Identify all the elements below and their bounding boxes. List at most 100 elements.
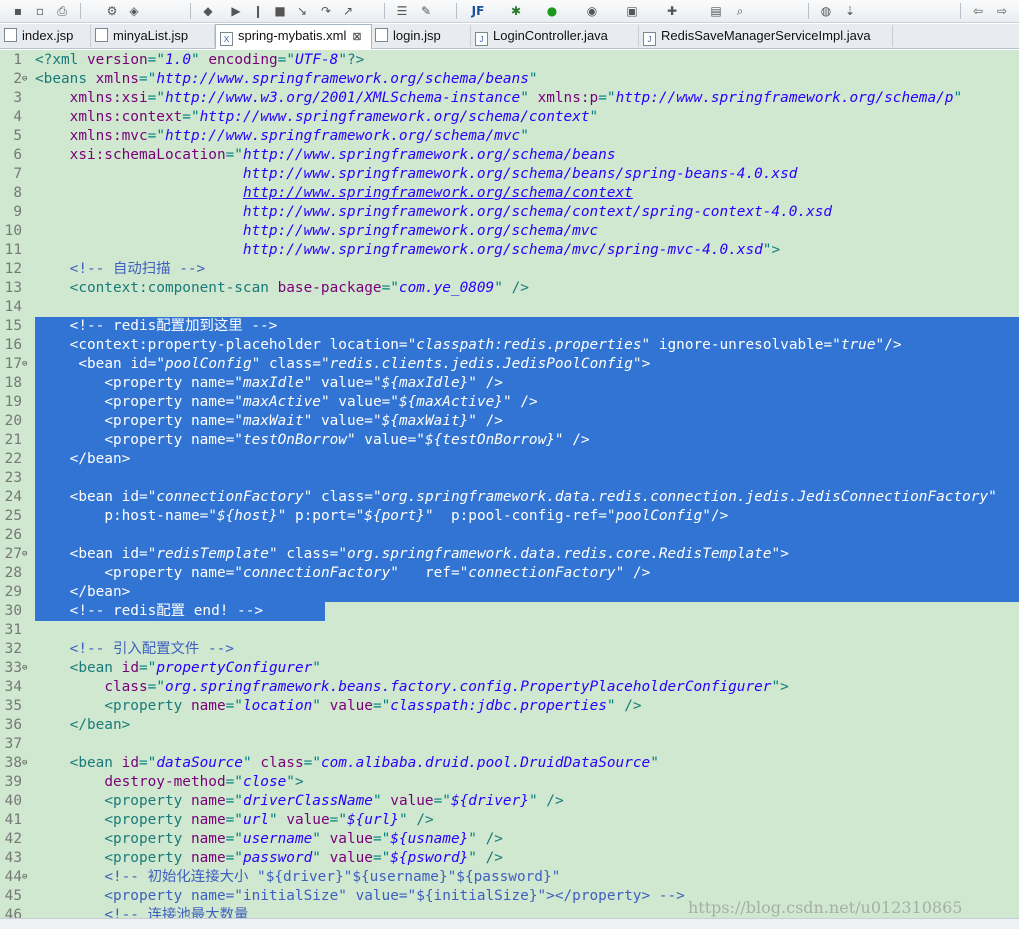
line-number: 4 <box>13 109 22 125</box>
code-line[interactable]: 3 xmlns:xsi="http://www.w3.org/2001/XMLS… <box>0 89 1019 108</box>
code-line[interactable]: 8 http://www.springframework.org/schema/… <box>0 184 1019 203</box>
new-wizard-icon[interactable]: ✚ <box>664 3 680 19</box>
jf-icon[interactable]: JF <box>468 3 488 19</box>
code-line[interactable]: 35 <property name="location" value="clas… <box>0 697 1019 716</box>
code-line[interactable]: 23 <box>0 469 1019 488</box>
print-icon[interactable]: ⎙ <box>54 3 70 19</box>
open-resource-icon[interactable]: ◈ <box>126 3 142 19</box>
line-number: 12 <box>4 261 22 277</box>
step-into-icon[interactable]: ↘ <box>294 3 310 19</box>
forward-icon[interactable]: ⇨ <box>994 3 1010 19</box>
code-line[interactable]: 11 http://www.springframework.org/schema… <box>0 241 1019 260</box>
back-icon[interactable]: ⇦ <box>970 3 986 19</box>
jsp-file-icon <box>375 28 388 42</box>
terminate-icon[interactable]: ■ <box>272 3 288 19</box>
code-line[interactable]: 12 <!-- 自动扫描 --> <box>0 260 1019 279</box>
next-annotation-icon[interactable]: ⇣ <box>842 3 858 19</box>
code-line[interactable]: 10 http://www.springframework.org/schema… <box>0 222 1019 241</box>
line-number: 30 <box>4 603 22 619</box>
code-line[interactable]: 42 <property name="username" value="${us… <box>0 830 1019 849</box>
tab-logincontroller-java[interactable]: J LoginController.java <box>471 25 639 47</box>
suspend-icon[interactable]: ❙ <box>250 3 266 19</box>
code-line[interactable]: 20 <property name="maxWait" value="${max… <box>0 412 1019 431</box>
resume-icon[interactable]: ▶ <box>228 3 244 19</box>
line-number: 2 <box>13 71 22 87</box>
code-line[interactable]: 28 <property name="connectionFactory" re… <box>0 564 1019 583</box>
code-line[interactable]: 43 <property name="password" value="${ps… <box>0 849 1019 868</box>
code-line[interactable]: 15 <!-- redis配置加到这里 --> <box>0 317 1019 336</box>
code-line[interactable]: 32 <!-- 引入配置文件 --> <box>0 640 1019 659</box>
code-line[interactable]: 37 <box>0 735 1019 754</box>
fold-toggle-icon[interactable]: ⊖ <box>22 355 27 374</box>
fold-toggle-icon[interactable]: ⊖ <box>22 868 27 887</box>
code-line[interactable]: 4 xmlns:context="http://www.springframew… <box>0 108 1019 127</box>
code-line[interactable]: 19 <property name="maxActive" value="${m… <box>0 393 1019 412</box>
code-line[interactable]: 27 ⊖ <bean id="redisTemplate" class="org.… <box>0 545 1019 564</box>
code-line[interactable]: 24 <bean id="connectionFactory" class="o… <box>0 488 1019 507</box>
fold-toggle-icon[interactable]: ⊖ <box>22 659 27 678</box>
code-line[interactable]: 2 ⊖ <beans xmlns="http://www.springframewo… <box>0 70 1019 89</box>
code-line[interactable]: 34 class="org.springframework.beans.fact… <box>0 678 1019 697</box>
run-icon[interactable]: ● <box>544 3 560 19</box>
code-text: <property name="location" value="classpa… <box>104 698 642 714</box>
save-all-icon[interactable]: ▫ <box>32 3 48 19</box>
tab-label: login.jsp <box>393 28 441 43</box>
code-line[interactable]: 14 <box>0 298 1019 317</box>
code-line[interactable]: 1 <?xml version="1.0" encoding="UTF-8"?> <box>0 51 1019 70</box>
jsp-file-icon <box>95 28 108 42</box>
code-line[interactable]: 9 http://www.springframework.org/schema/… <box>0 203 1019 222</box>
code-line[interactable]: 30 <!-- redis配置 end! --> <box>0 602 1019 621</box>
step-return-icon[interactable]: ↗ <box>340 3 356 19</box>
code-line[interactable]: 33 ⊖ <bean id="propertyConfigurer" <box>0 659 1019 678</box>
code-text: <property name="maxWait" value="${maxWai… <box>104 413 503 429</box>
tab-label: index.jsp <box>22 28 74 43</box>
horizontal-scrollbar[interactable] <box>0 918 1019 929</box>
line-number: 15 <box>4 318 22 334</box>
outline-icon[interactable]: ☰ <box>394 3 410 19</box>
code-line[interactable]: 38 ⊖ <bean id="dataSource" class="com.ali… <box>0 754 1019 773</box>
code-line[interactable]: 6 xsi:schemaLocation="http://www.springf… <box>0 146 1019 165</box>
code-line[interactable]: 40 <property name="driverClassName" valu… <box>0 792 1019 811</box>
code-line[interactable]: 36 </bean> <box>0 716 1019 735</box>
code-line[interactable]: 22 </bean> <box>0 450 1019 469</box>
fold-toggle-icon[interactable]: ⊖ <box>22 545 27 564</box>
search-icon[interactable]: ⌕ <box>732 3 748 19</box>
jsp-file-icon <box>4 28 17 42</box>
tab-redissavemanagerserviceimpl-java[interactable]: J RedisSaveManagerServiceImpl.java <box>639 25 893 47</box>
toggle-comment-icon[interactable]: ✎ <box>418 3 434 19</box>
code-line[interactable]: 7 http://www.springframework.org/schema/… <box>0 165 1019 184</box>
fold-toggle-icon[interactable]: ⊖ <box>22 70 27 89</box>
close-tab-icon[interactable]: ⊠ <box>352 26 361 48</box>
code-line[interactable]: 41 <property name="url" value="${url}" /… <box>0 811 1019 830</box>
code-line[interactable]: 26 <box>0 526 1019 545</box>
tab-index-jsp[interactable]: index.jsp <box>0 25 91 47</box>
step-over-icon[interactable]: ↷ <box>318 3 334 19</box>
code-line[interactable]: 13 <context:component-scan base-package=… <box>0 279 1019 298</box>
code-line[interactable]: 18 <property name="maxIdle" value="${max… <box>0 374 1019 393</box>
code-line[interactable]: 16 <context:property-placeholder locatio… <box>0 336 1019 355</box>
toggle-breakpoint-icon[interactable]: ◆ <box>200 3 216 19</box>
open-type-icon[interactable]: ⚙ <box>104 3 120 19</box>
fold-toggle-icon[interactable]: ⊖ <box>22 754 27 773</box>
code-line[interactable]: 39 destroy-method="close"> <box>0 773 1019 792</box>
external-tools-icon[interactable]: ◉ <box>584 3 600 19</box>
line-number: 27 <box>4 546 22 562</box>
tab-login-jsp[interactable]: login.jsp <box>371 25 471 47</box>
code-line[interactable]: 29 </bean> <box>0 583 1019 602</box>
code-text: <?xml version="1.0" encoding="UTF-8"?> <box>35 52 365 68</box>
debug-icon[interactable]: ✱ <box>508 3 524 19</box>
tab-minyalist-jsp[interactable]: minyaList.jsp <box>91 25 215 47</box>
tab-spring-mybatis-xml[interactable]: Xspring-mybatis.xml ⊠ <box>215 24 372 49</box>
line-number: 38 <box>4 755 22 771</box>
code-line[interactable]: 31 <box>0 621 1019 640</box>
code-line[interactable]: 21 <property name="testOnBorrow" value="… <box>0 431 1019 450</box>
code-line[interactable]: 25 p:host-name="${host}" p:port="${port}… <box>0 507 1019 526</box>
code-line[interactable]: 5 xmlns:mvc="http://www.springframework.… <box>0 127 1019 146</box>
open-folder-icon[interactable]: ▤ <box>708 3 724 19</box>
globe-icon[interactable]: ◍ <box>818 3 834 19</box>
code-line[interactable]: 44 ⊖ <!-- 初始化连接大小 "${driver}"${username}"… <box>0 868 1019 887</box>
code-line[interactable]: 17 ⊖ <bean id="poolConfig" class="redis.c… <box>0 355 1019 374</box>
save-icon[interactable]: ▪ <box>10 3 26 19</box>
new-server-icon[interactable]: ▣ <box>624 3 640 19</box>
code-editor[interactable]: 1 <?xml version="1.0" encoding="UTF-8"?> 2… <box>0 50 1019 918</box>
